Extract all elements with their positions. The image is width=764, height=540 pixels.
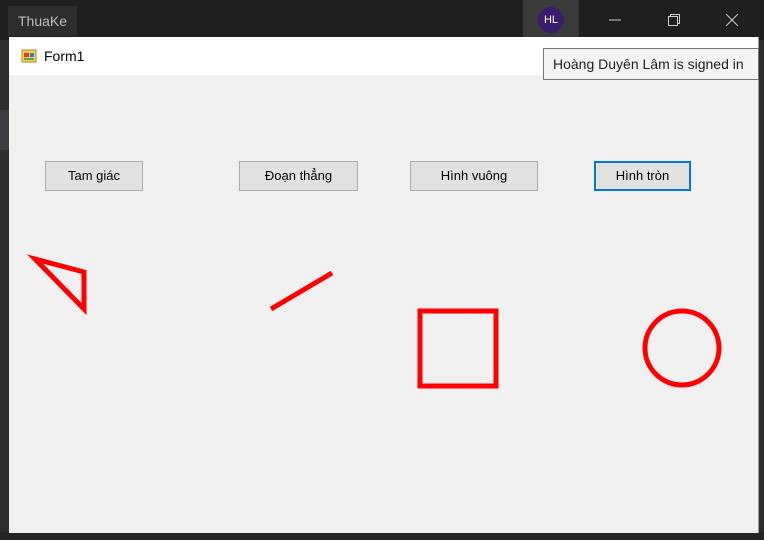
close-icon xyxy=(725,13,739,27)
circle-shape xyxy=(642,308,722,388)
restore-icon xyxy=(668,13,680,26)
ide-side-panel-edge xyxy=(0,110,9,150)
ide-solution-tab[interactable]: ThuaKe xyxy=(8,6,78,36)
restore-button[interactable] xyxy=(645,0,703,40)
minimize-icon xyxy=(609,19,621,21)
triangle-shape xyxy=(26,254,87,316)
ide-titlebar: ThuaKe HL xyxy=(0,0,764,40)
minimize-button[interactable] xyxy=(586,0,644,40)
square-shape xyxy=(417,308,499,389)
ide-bottom-strip xyxy=(0,532,764,540)
line-segment-shape xyxy=(269,270,334,312)
signed-in-tooltip: Hoàng Duyên Lâm is signed in xyxy=(543,48,759,80)
form1-window: Form1 Tam giác Đoạn thẳng Hình vuông Hìn… xyxy=(9,37,759,533)
close-button[interactable] xyxy=(703,0,761,40)
drawing-canvas xyxy=(26,254,722,389)
user-avatar[interactable]: HL xyxy=(538,7,564,33)
